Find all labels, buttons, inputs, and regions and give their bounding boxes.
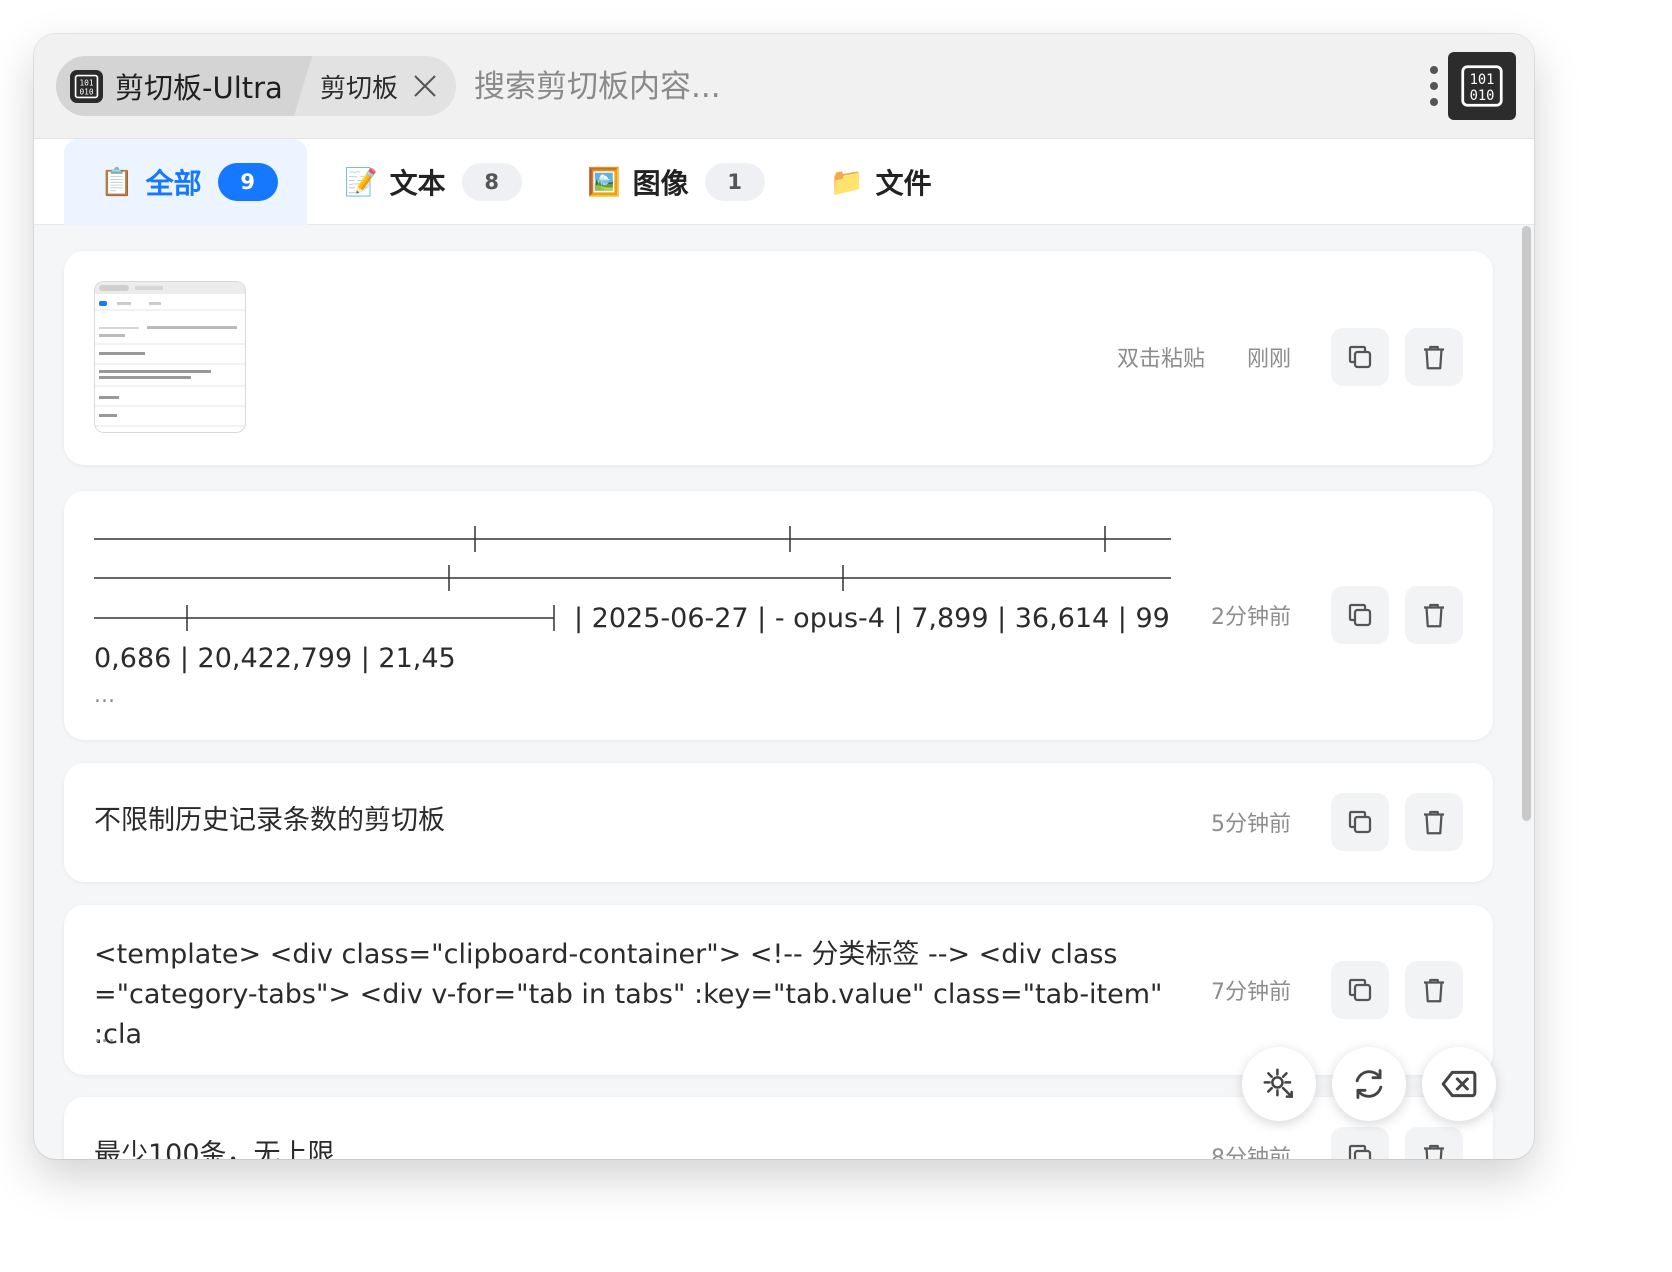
breadcrumb-app[interactable]: 101 010 剪切板-Ultra — [56, 56, 312, 116]
item-time: 8分钟前 — [1211, 1146, 1291, 1159]
clipboard-icon: 📋 — [100, 167, 134, 198]
title-bar: 101 010 剪切板-Ultra 剪切板 101 — [34, 34, 1534, 139]
more-vertical-icon[interactable] — [1424, 64, 1444, 108]
copy-icon — [1348, 603, 1372, 627]
svg-text:101: 101 — [79, 78, 93, 87]
trash-icon — [1424, 978, 1444, 1003]
tab-all-label: 全部 — [145, 167, 202, 200]
copy-icon — [1348, 345, 1372, 369]
clipboard-item[interactable]: | 2025-06-27 | - opus-4 | 7,899 | 36,614… — [64, 491, 1493, 740]
item-time: 刚刚 — [1246, 347, 1291, 372]
tab-file-label: 文件 — [875, 167, 932, 200]
clipboard-window: 101 010 剪切板-Ultra 剪切板 101 — [34, 34, 1534, 1159]
tab-file[interactable]: 📁 文件 — [830, 139, 932, 225]
backspace-icon — [1441, 1070, 1477, 1098]
clipboard-item[interactable]: 双击粘贴 刚刚 — [64, 251, 1493, 465]
svg-text:010: 010 — [79, 87, 93, 96]
tab-image[interactable]: 🖼️ 图像 1 — [587, 139, 765, 225]
breadcrumb-tab[interactable]: 剪切板 — [320, 56, 456, 116]
item-text: 最少100条，无上限 — [94, 1139, 335, 1159]
clipboard-item[interactable]: 不限制历史记录条数的剪切板 5分钟前 — [64, 763, 1493, 882]
tab-text-label: 文本 — [389, 167, 446, 200]
item-meta: 8分钟前 — [1211, 1127, 1463, 1159]
tab-all-count: 9 — [217, 163, 278, 201]
app-icon: 101 010 — [70, 69, 103, 103]
item-text: | 2025-06-27 | - opus-4 | 7,899 | 36,614… — [94, 603, 1170, 674]
tab-all[interactable]: 📋 全部 9 — [64, 139, 307, 225]
trash-icon — [1424, 1144, 1444, 1159]
sparkle-icon — [1263, 1068, 1293, 1098]
item-more: ... — [94, 1023, 115, 1048]
tab-text-count: 8 — [461, 163, 522, 201]
delete-button[interactable] — [1405, 1127, 1463, 1159]
trash-icon — [1424, 810, 1444, 835]
memo-icon: 📝 — [344, 167, 378, 198]
copy-button[interactable] — [1331, 1127, 1389, 1159]
tab-image-label: 图像 — [632, 167, 689, 200]
thumbnail-preview — [95, 282, 245, 427]
sparkle-button[interactable] — [1242, 1047, 1316, 1121]
copy-icon — [1348, 1144, 1372, 1159]
search-input[interactable] — [474, 64, 1174, 110]
copy-button[interactable] — [1331, 586, 1389, 644]
item-more: ... — [94, 683, 115, 708]
item-text: 不限制历史记录条数的剪切板 — [94, 805, 445, 836]
delete-button[interactable] — [1405, 961, 1463, 1019]
item-meta: 双击粘贴 刚刚 — [1117, 328, 1463, 386]
app-name: 剪切板-Ultra — [115, 71, 283, 105]
trash-icon — [1424, 345, 1444, 370]
delete-button[interactable] — [1405, 328, 1463, 386]
svg-text:101: 101 — [1470, 72, 1495, 88]
tab-image-count: 1 — [704, 163, 765, 201]
clipboard-list: 双击粘贴 刚刚 | 2025-06-27 | - opus-4 | 7,899 … — [34, 225, 1534, 1159]
copy-icon — [1348, 978, 1372, 1002]
item-meta: 7分钟前 — [1211, 961, 1463, 1019]
item-time: 2分钟前 — [1211, 605, 1291, 630]
copy-button[interactable] — [1331, 961, 1389, 1019]
trash-icon — [1424, 603, 1444, 628]
breadcrumb-tab-label: 剪切板 — [320, 73, 399, 104]
copy-button[interactable] — [1331, 328, 1389, 386]
breadcrumb: 101 010 剪切板-Ultra 剪切板 — [56, 56, 456, 116]
refresh-button[interactable] — [1332, 1047, 1406, 1121]
binary-app-icon[interactable]: 101 010 — [1448, 52, 1516, 120]
delete-button[interactable] — [1405, 793, 1463, 851]
item-time: 7分钟前 — [1211, 980, 1291, 1005]
close-icon[interactable] — [412, 73, 438, 99]
svg-text:010: 010 — [1470, 88, 1495, 104]
picture-icon: 🖼️ — [587, 167, 621, 198]
item-meta: 5分钟前 — [1211, 793, 1463, 851]
image-thumbnail[interactable] — [94, 281, 246, 433]
delete-button[interactable] — [1405, 586, 1463, 644]
paste-hint: 双击粘贴 — [1116, 347, 1205, 372]
category-tabs: 📋 全部 9 📝 文本 8 🖼️ 图像 1 📁 文件 — [34, 139, 1534, 225]
folder-icon: 📁 — [830, 167, 864, 198]
copy-icon — [1348, 810, 1372, 834]
refresh-icon — [1355, 1069, 1383, 1099]
item-text: <template> <div class="clipboard-contain… — [94, 939, 1172, 1050]
scrollbar[interactable] — [1522, 226, 1531, 821]
clear-button[interactable] — [1422, 1047, 1496, 1121]
item-meta: 2分钟前 — [1211, 586, 1463, 644]
tab-text[interactable]: 📝 文本 8 — [344, 139, 522, 225]
copy-button[interactable] — [1331, 793, 1389, 851]
item-time: 5分钟前 — [1211, 812, 1291, 837]
